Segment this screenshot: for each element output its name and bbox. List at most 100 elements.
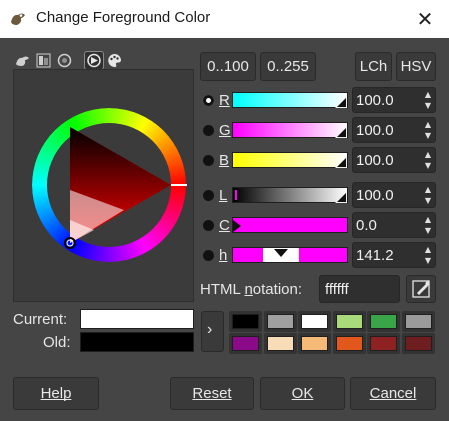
color-dialog: 0..100 0..255 LCh HSV R 100.0 ▲ ▼ G 100.0… — [0, 38, 449, 421]
add-to-history-button[interactable]: › — [201, 311, 224, 352]
radio-b[interactable] — [203, 155, 214, 166]
channel-label-h: h — [219, 247, 228, 264]
history-swatch[interactable] — [332, 333, 366, 354]
spin-h-value: 141.2 — [356, 247, 394, 264]
spin-b-value: 100.0 — [356, 152, 394, 169]
history-swatch-color — [232, 336, 259, 351]
history-swatch-color — [301, 314, 328, 329]
scales-icon[interactable] — [35, 52, 52, 69]
hsv-color-wheel[interactable] — [14, 70, 195, 303]
slider-l[interactable] — [232, 187, 348, 203]
history-swatch[interactable] — [229, 333, 262, 354]
spin-g[interactable]: 100.0 ▲ ▼ — [352, 117, 436, 143]
ok-button[interactable]: OK — [260, 377, 345, 410]
close-button[interactable]: ✕ — [411, 6, 439, 32]
title-bar: Change Foreground Color ✕ — [0, 0, 449, 38]
spin-h[interactable]: 141.2 ▲ ▼ — [352, 242, 436, 268]
color-wheel-panel[interactable] — [13, 69, 194, 302]
history-swatch-color — [404, 314, 432, 329]
history-swatch[interactable] — [298, 333, 331, 354]
spin-up-icon[interactable]: ▲ — [425, 120, 431, 129]
current-color-swatch — [80, 309, 194, 329]
cancel-button[interactable]: Cancel — [350, 377, 436, 410]
wheel-icon — [87, 53, 101, 68]
spin-up-icon[interactable]: ▲ — [425, 150, 431, 159]
palette-icon[interactable] — [106, 52, 123, 69]
spin-down-icon[interactable]: ▼ — [425, 256, 431, 265]
channel-label-b: B — [219, 152, 230, 169]
spin-up-icon[interactable]: ▲ — [425, 185, 431, 194]
wheel-tab-active[interactable] — [84, 51, 104, 70]
spin-b[interactable]: 100.0 ▲ ▼ — [352, 147, 436, 173]
current-label: Current: — [13, 311, 68, 328]
spin-l[interactable]: 100.0 ▲ ▼ — [352, 182, 436, 208]
gimp-icon[interactable] — [14, 52, 31, 69]
history-swatch[interactable] — [332, 311, 366, 332]
range-0-255-button[interactable]: 0..255 — [260, 52, 316, 81]
history-swatch[interactable] — [401, 333, 435, 354]
reset-button[interactable]: Reset — [170, 377, 254, 410]
cancel-label: Cancel — [369, 385, 417, 402]
close-icon: ✕ — [416, 7, 434, 31]
history-swatch[interactable] — [229, 311, 262, 332]
history-swatch-color — [301, 336, 328, 351]
history-swatch[interactable] — [367, 333, 400, 354]
spin-r[interactable]: 100.0 ▲ ▼ — [352, 87, 436, 113]
spin-r-value: 100.0 — [356, 92, 394, 109]
lch-button[interactable]: LCh — [355, 52, 392, 81]
eyedropper-icon — [412, 280, 430, 298]
spin-c[interactable]: 0.0 ▲ ▼ — [352, 212, 436, 238]
spin-up-icon[interactable]: ▲ — [425, 90, 431, 99]
reset-label: Reset — [192, 385, 232, 402]
gimp-wilber-icon — [11, 13, 25, 25]
spin-up-icon[interactable]: ▲ — [425, 245, 431, 254]
spin-g-value: 100.0 — [356, 122, 394, 139]
history-swatch-color — [266, 314, 294, 329]
channel-label-g: G — [219, 122, 231, 139]
channel-label-l: L — [219, 187, 228, 204]
radio-r[interactable] — [203, 95, 214, 106]
eyedropper-button[interactable] — [406, 275, 436, 303]
spin-c-value: 0.0 — [356, 217, 377, 234]
history-swatch-color — [370, 314, 397, 329]
spin-down-icon[interactable]: ▼ — [425, 131, 431, 140]
watercolor-icon[interactable] — [56, 52, 73, 69]
history-swatch-color — [335, 336, 363, 351]
html-notation-label-pre: HTML — [200, 281, 245, 298]
help-button[interactable]: Help — [13, 377, 99, 410]
slider-b[interactable] — [232, 152, 348, 168]
spin-down-icon[interactable]: ▼ — [425, 226, 431, 235]
radio-g[interactable] — [203, 125, 214, 136]
html-notation-label-mnemonic: n — [244, 281, 253, 298]
history-swatch-color — [335, 314, 363, 329]
range-0-100-button[interactable]: 0..100 — [200, 52, 256, 81]
help-label: Help — [40, 385, 72, 402]
history-swatch[interactable] — [298, 311, 331, 332]
radio-h[interactable] — [203, 250, 214, 261]
spin-down-icon[interactable]: ▼ — [425, 101, 431, 110]
slider-r[interactable] — [232, 92, 348, 108]
slider-c[interactable] — [232, 217, 348, 233]
ok-label: OK — [291, 385, 314, 402]
history-swatch[interactable] — [401, 311, 435, 332]
history-swatch-color — [404, 336, 432, 351]
radio-l[interactable] — [203, 190, 214, 201]
history-swatch-color — [266, 336, 294, 351]
history-swatch[interactable] — [263, 333, 297, 354]
spin-l-value: 100.0 — [356, 187, 394, 204]
spin-down-icon[interactable]: ▼ — [425, 161, 431, 170]
history-swatch[interactable] — [263, 311, 297, 332]
history-swatch[interactable] — [367, 311, 400, 332]
slider-g[interactable] — [232, 122, 348, 138]
history-swatch-color — [370, 336, 397, 351]
slider-h[interactable] — [232, 247, 348, 263]
hsv-button[interactable]: HSV — [396, 52, 436, 81]
html-notation-input[interactable]: ffffff — [319, 275, 400, 303]
spin-down-icon[interactable]: ▼ — [425, 196, 431, 205]
spin-up-icon[interactable]: ▲ — [425, 215, 431, 224]
radio-c[interactable] — [203, 220, 214, 231]
history-swatch-color — [232, 314, 259, 329]
old-color-swatch — [80, 332, 194, 352]
channel-label-r: R — [219, 92, 230, 109]
html-notation-value: ffffff — [325, 281, 349, 298]
